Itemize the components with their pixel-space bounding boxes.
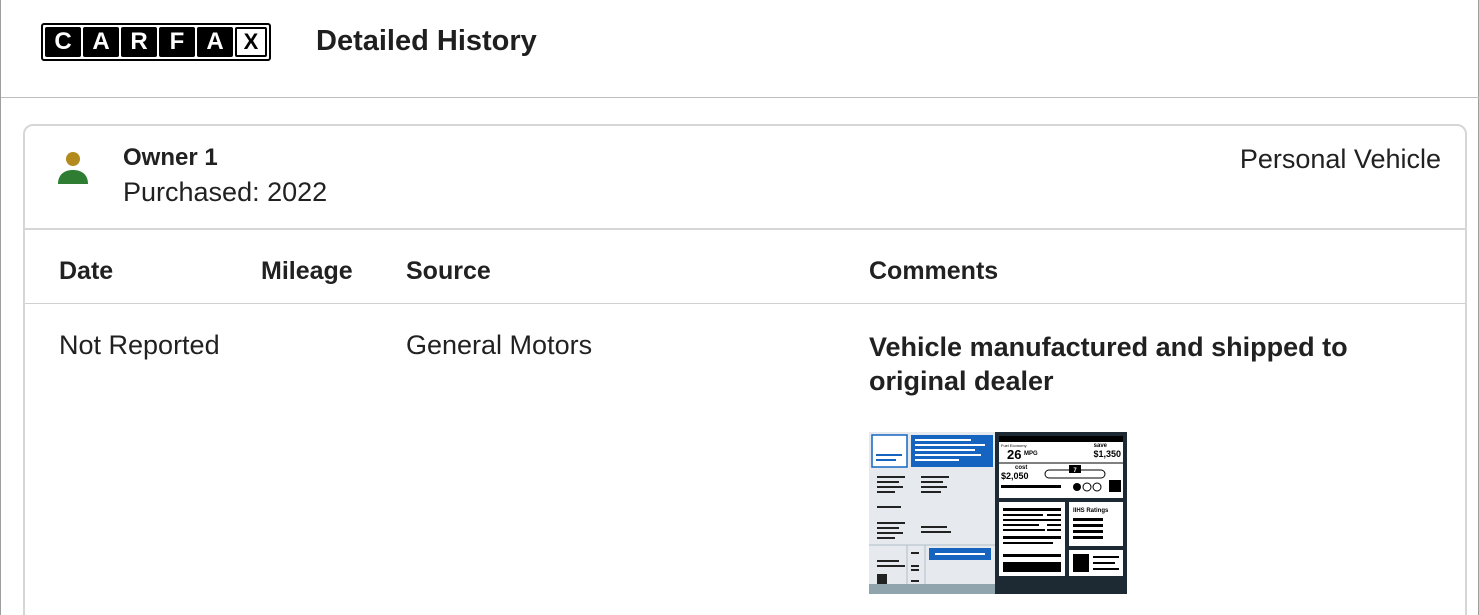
mpg-value: 26 bbox=[1007, 447, 1021, 462]
owner-history-card: Owner 1 Purchased: 2022 Personal Vehicle… bbox=[23, 124, 1467, 615]
carfax-logo: C A R F A X bbox=[41, 23, 271, 61]
row-date: Not Reported bbox=[59, 330, 220, 360]
row-comment-line: original dealer bbox=[869, 366, 1054, 396]
logo-letter: C bbox=[45, 27, 81, 57]
logo-letter: F bbox=[159, 27, 195, 57]
logo-letter: A bbox=[83, 27, 119, 57]
window-sticker-thumbnail[interactable]: Fuel Economy 26 MPG save $1,350 cost $2,… bbox=[869, 432, 1127, 594]
mpg-unit: MPG bbox=[1024, 451, 1038, 457]
page-frame: C A R F A X Detailed History Owner 1 Pur… bbox=[0, 0, 1479, 615]
row-comment-line: Vehicle manufactured and shipped to bbox=[869, 332, 1348, 362]
history-table-header: Date Mileage Source Comments bbox=[25, 232, 1465, 304]
safety-title: IIHS Ratings bbox=[1073, 508, 1109, 514]
row-comment: Vehicle manufactured and shipped to orig… bbox=[869, 330, 1348, 398]
column-header-comments: Comments bbox=[869, 257, 999, 285]
logo-letter: X bbox=[235, 27, 267, 57]
column-header-date: Date bbox=[59, 257, 114, 285]
page-title: Detailed History bbox=[316, 25, 537, 57]
owner-title: Owner 1 bbox=[123, 144, 218, 171]
owner-summary[interactable]: Owner 1 Purchased: 2022 Personal Vehicle bbox=[25, 126, 1465, 230]
logo-letter: A bbox=[197, 27, 233, 57]
owner-type: Personal Vehicle bbox=[1239, 144, 1441, 174]
column-header-mileage: Mileage bbox=[261, 257, 353, 285]
save-amount: $1,350 bbox=[1093, 449, 1121, 459]
row-source: General Motors bbox=[406, 330, 593, 360]
owner-purchased: Purchased: 2022 bbox=[123, 177, 328, 207]
column-header-source: Source bbox=[406, 257, 491, 285]
report-header: C A R F A X Detailed History bbox=[1, 0, 1479, 98]
cost-amount: $2,050 bbox=[1001, 471, 1029, 481]
person-icon bbox=[58, 152, 88, 184]
logo-letter: R bbox=[121, 27, 157, 57]
